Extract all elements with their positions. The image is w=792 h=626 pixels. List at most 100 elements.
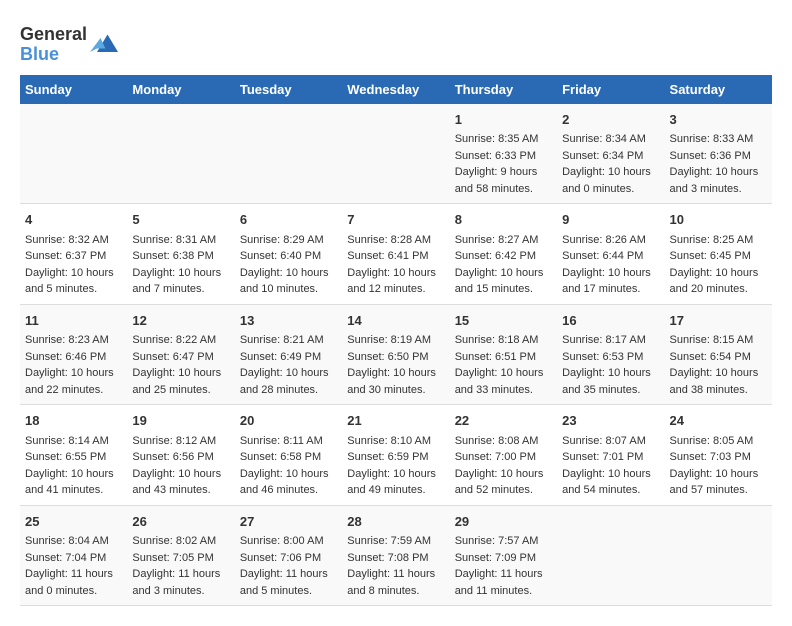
day-number: 28	[347, 512, 444, 532]
day-number: 3	[670, 110, 767, 130]
logo: GeneralBlue	[20, 25, 118, 65]
column-header-saturday: Saturday	[665, 75, 772, 104]
day-number: 12	[132, 311, 229, 331]
calendar-cell: 15Sunrise: 8:18 AM Sunset: 6:51 PM Dayli…	[450, 304, 557, 405]
day-number: 29	[455, 512, 552, 532]
column-header-friday: Friday	[557, 75, 664, 104]
calendar-cell	[665, 505, 772, 606]
calendar-cell: 26Sunrise: 8:02 AM Sunset: 7:05 PM Dayli…	[127, 505, 234, 606]
day-number: 7	[347, 210, 444, 230]
day-info: Sunrise: 8:00 AM Sunset: 7:06 PM Dayligh…	[240, 533, 337, 599]
calendar-cell	[127, 104, 234, 204]
calendar-cell: 12Sunrise: 8:22 AM Sunset: 6:47 PM Dayli…	[127, 304, 234, 405]
day-number: 23	[562, 411, 659, 431]
day-info: Sunrise: 8:26 AM Sunset: 6:44 PM Dayligh…	[562, 232, 659, 298]
day-info: Sunrise: 8:28 AM Sunset: 6:41 PM Dayligh…	[347, 232, 444, 298]
day-info: Sunrise: 8:17 AM Sunset: 6:53 PM Dayligh…	[562, 332, 659, 398]
day-number: 16	[562, 311, 659, 331]
day-info: Sunrise: 8:19 AM Sunset: 6:50 PM Dayligh…	[347, 332, 444, 398]
day-number: 26	[132, 512, 229, 532]
day-info: Sunrise: 8:14 AM Sunset: 6:55 PM Dayligh…	[25, 433, 122, 499]
day-number: 11	[25, 311, 122, 331]
calendar-cell: 13Sunrise: 8:21 AM Sunset: 6:49 PM Dayli…	[235, 304, 342, 405]
day-number: 1	[455, 110, 552, 130]
day-number: 22	[455, 411, 552, 431]
calendar-table: SundayMondayTuesdayWednesdayThursdayFrid…	[20, 75, 772, 607]
calendar-cell: 22Sunrise: 8:08 AM Sunset: 7:00 PM Dayli…	[450, 405, 557, 506]
calendar-cell: 28Sunrise: 7:59 AM Sunset: 7:08 PM Dayli…	[342, 505, 449, 606]
day-number: 2	[562, 110, 659, 130]
day-info: Sunrise: 8:29 AM Sunset: 6:40 PM Dayligh…	[240, 232, 337, 298]
column-header-wednesday: Wednesday	[342, 75, 449, 104]
day-number: 13	[240, 311, 337, 331]
calendar-cell: 20Sunrise: 8:11 AM Sunset: 6:58 PM Dayli…	[235, 405, 342, 506]
day-number: 18	[25, 411, 122, 431]
calendar-cell: 5Sunrise: 8:31 AM Sunset: 6:38 PM Daylig…	[127, 204, 234, 305]
logo-text: GeneralBlue	[20, 25, 87, 65]
column-header-monday: Monday	[127, 75, 234, 104]
calendar-cell: 24Sunrise: 8:05 AM Sunset: 7:03 PM Dayli…	[665, 405, 772, 506]
header-row: SundayMondayTuesdayWednesdayThursdayFrid…	[20, 75, 772, 104]
day-number: 15	[455, 311, 552, 331]
day-info: Sunrise: 8:18 AM Sunset: 6:51 PM Dayligh…	[455, 332, 552, 398]
day-info: Sunrise: 8:31 AM Sunset: 6:38 PM Dayligh…	[132, 232, 229, 298]
day-number: 20	[240, 411, 337, 431]
day-info: Sunrise: 8:34 AM Sunset: 6:34 PM Dayligh…	[562, 131, 659, 197]
day-info: Sunrise: 8:12 AM Sunset: 6:56 PM Dayligh…	[132, 433, 229, 499]
day-number: 6	[240, 210, 337, 230]
day-number: 10	[670, 210, 767, 230]
calendar-cell	[342, 104, 449, 204]
day-info: Sunrise: 8:08 AM Sunset: 7:00 PM Dayligh…	[455, 433, 552, 499]
calendar-cell	[235, 104, 342, 204]
week-row-3: 11Sunrise: 8:23 AM Sunset: 6:46 PM Dayli…	[20, 304, 772, 405]
calendar-cell: 18Sunrise: 8:14 AM Sunset: 6:55 PM Dayli…	[20, 405, 127, 506]
day-number: 25	[25, 512, 122, 532]
calendar-cell: 17Sunrise: 8:15 AM Sunset: 6:54 PM Dayli…	[665, 304, 772, 405]
column-header-thursday: Thursday	[450, 75, 557, 104]
calendar-cell	[557, 505, 664, 606]
calendar-cell: 1Sunrise: 8:35 AM Sunset: 6:33 PM Daylig…	[450, 104, 557, 204]
calendar-cell: 3Sunrise: 8:33 AM Sunset: 6:36 PM Daylig…	[665, 104, 772, 204]
day-number: 24	[670, 411, 767, 431]
day-info: Sunrise: 8:35 AM Sunset: 6:33 PM Dayligh…	[455, 131, 552, 197]
column-header-sunday: Sunday	[20, 75, 127, 104]
day-info: Sunrise: 8:22 AM Sunset: 6:47 PM Dayligh…	[132, 332, 229, 398]
day-info: Sunrise: 8:15 AM Sunset: 6:54 PM Dayligh…	[670, 332, 767, 398]
week-row-5: 25Sunrise: 8:04 AM Sunset: 7:04 PM Dayli…	[20, 505, 772, 606]
day-info: Sunrise: 7:57 AM Sunset: 7:09 PM Dayligh…	[455, 533, 552, 599]
day-number: 27	[240, 512, 337, 532]
day-info: Sunrise: 8:10 AM Sunset: 6:59 PM Dayligh…	[347, 433, 444, 499]
day-info: Sunrise: 7:59 AM Sunset: 7:08 PM Dayligh…	[347, 533, 444, 599]
week-row-1: 1Sunrise: 8:35 AM Sunset: 6:33 PM Daylig…	[20, 104, 772, 204]
calendar-cell: 8Sunrise: 8:27 AM Sunset: 6:42 PM Daylig…	[450, 204, 557, 305]
day-info: Sunrise: 8:23 AM Sunset: 6:46 PM Dayligh…	[25, 332, 122, 398]
day-number: 5	[132, 210, 229, 230]
calendar-cell: 10Sunrise: 8:25 AM Sunset: 6:45 PM Dayli…	[665, 204, 772, 305]
day-number: 14	[347, 311, 444, 331]
day-info: Sunrise: 8:27 AM Sunset: 6:42 PM Dayligh…	[455, 232, 552, 298]
day-info: Sunrise: 8:05 AM Sunset: 7:03 PM Dayligh…	[670, 433, 767, 499]
week-row-2: 4Sunrise: 8:32 AM Sunset: 6:37 PM Daylig…	[20, 204, 772, 305]
day-number: 8	[455, 210, 552, 230]
day-info: Sunrise: 8:25 AM Sunset: 6:45 PM Dayligh…	[670, 232, 767, 298]
calendar-cell: 23Sunrise: 8:07 AM Sunset: 7:01 PM Dayli…	[557, 405, 664, 506]
calendar-cell: 6Sunrise: 8:29 AM Sunset: 6:40 PM Daylig…	[235, 204, 342, 305]
day-number: 19	[132, 411, 229, 431]
day-number: 4	[25, 210, 122, 230]
calendar-cell: 21Sunrise: 8:10 AM Sunset: 6:59 PM Dayli…	[342, 405, 449, 506]
day-info: Sunrise: 8:33 AM Sunset: 6:36 PM Dayligh…	[670, 131, 767, 197]
calendar-cell: 2Sunrise: 8:34 AM Sunset: 6:34 PM Daylig…	[557, 104, 664, 204]
calendar-cell: 27Sunrise: 8:00 AM Sunset: 7:06 PM Dayli…	[235, 505, 342, 606]
calendar-cell: 9Sunrise: 8:26 AM Sunset: 6:44 PM Daylig…	[557, 204, 664, 305]
day-info: Sunrise: 8:02 AM Sunset: 7:05 PM Dayligh…	[132, 533, 229, 599]
logo-icon	[90, 31, 118, 59]
calendar-cell: 16Sunrise: 8:17 AM Sunset: 6:53 PM Dayli…	[557, 304, 664, 405]
calendar-cell: 7Sunrise: 8:28 AM Sunset: 6:41 PM Daylig…	[342, 204, 449, 305]
day-number: 21	[347, 411, 444, 431]
week-row-4: 18Sunrise: 8:14 AM Sunset: 6:55 PM Dayli…	[20, 405, 772, 506]
calendar-cell: 14Sunrise: 8:19 AM Sunset: 6:50 PM Dayli…	[342, 304, 449, 405]
day-number: 9	[562, 210, 659, 230]
day-info: Sunrise: 8:32 AM Sunset: 6:37 PM Dayligh…	[25, 232, 122, 298]
day-info: Sunrise: 8:07 AM Sunset: 7:01 PM Dayligh…	[562, 433, 659, 499]
day-info: Sunrise: 8:11 AM Sunset: 6:58 PM Dayligh…	[240, 433, 337, 499]
